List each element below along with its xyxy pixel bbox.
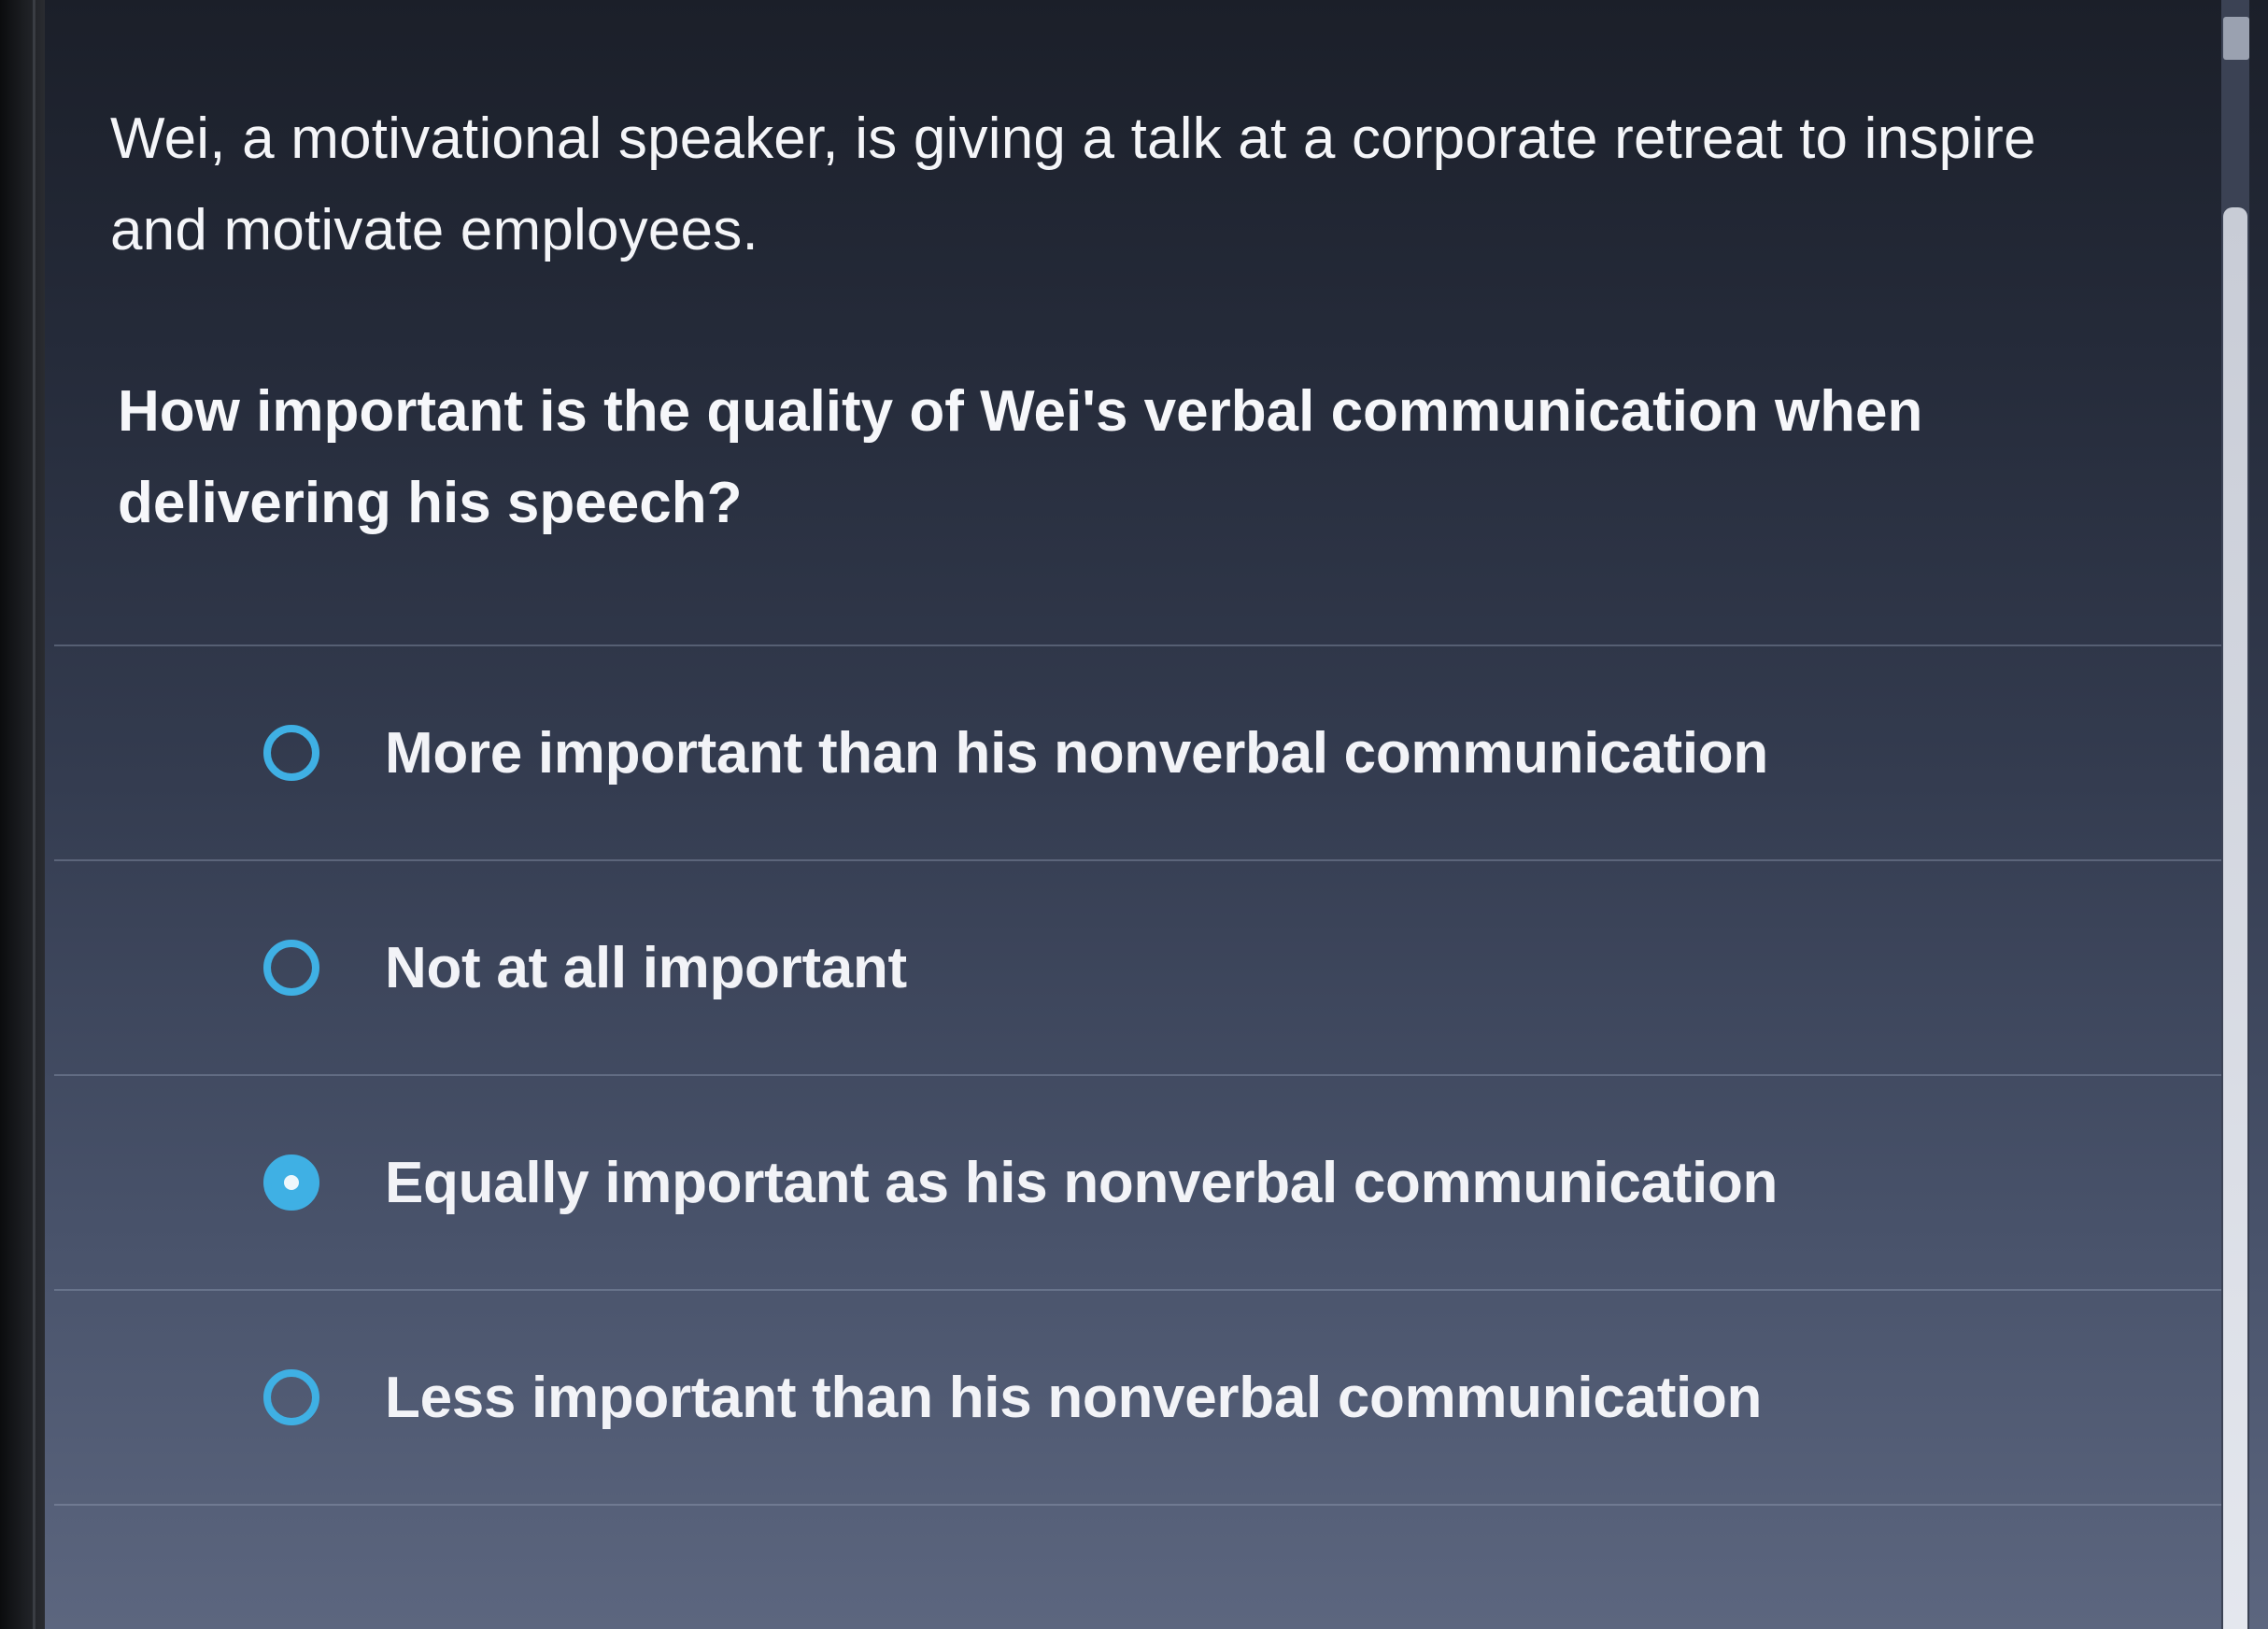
- answer-option-3[interactable]: Equally important as his nonverbal commu…: [54, 1076, 2221, 1291]
- scrollbar-top-handle[interactable]: [2223, 17, 2249, 60]
- question-prompt: How important is the quality of Wei's ve…: [118, 379, 1923, 535]
- answer-option-label: More important than his nonverbal commun…: [385, 720, 1768, 786]
- radio-empty-icon[interactable]: [263, 940, 319, 996]
- answer-option-label: Less important than his nonverbal commun…: [385, 1365, 1763, 1430]
- answer-option-4[interactable]: Less important than his nonverbal commun…: [54, 1291, 2221, 1506]
- answer-option-2[interactable]: Not at all important: [54, 861, 2221, 1076]
- vertical-scrollbar[interactable]: [2221, 0, 2249, 1629]
- monitor-bezel: [0, 0, 45, 1629]
- radio-checked-icon[interactable]: [263, 1154, 319, 1211]
- question-stem: Wei, a motivational speaker, is giving a…: [110, 106, 2036, 262]
- radio-empty-icon[interactable]: [263, 725, 319, 781]
- scrollbar-thumb[interactable]: [2223, 207, 2247, 1629]
- answer-option-label: Not at all important: [385, 935, 907, 1000]
- question-screen: Wei, a motivational speaker, is giving a…: [45, 0, 2268, 1629]
- radio-empty-icon[interactable]: [263, 1369, 319, 1425]
- answer-option-1[interactable]: More important than his nonverbal commun…: [54, 646, 2221, 861]
- answer-option-label: Equally important as his nonverbal commu…: [385, 1150, 1779, 1215]
- answer-options: More important than his nonverbal commun…: [54, 645, 2221, 1506]
